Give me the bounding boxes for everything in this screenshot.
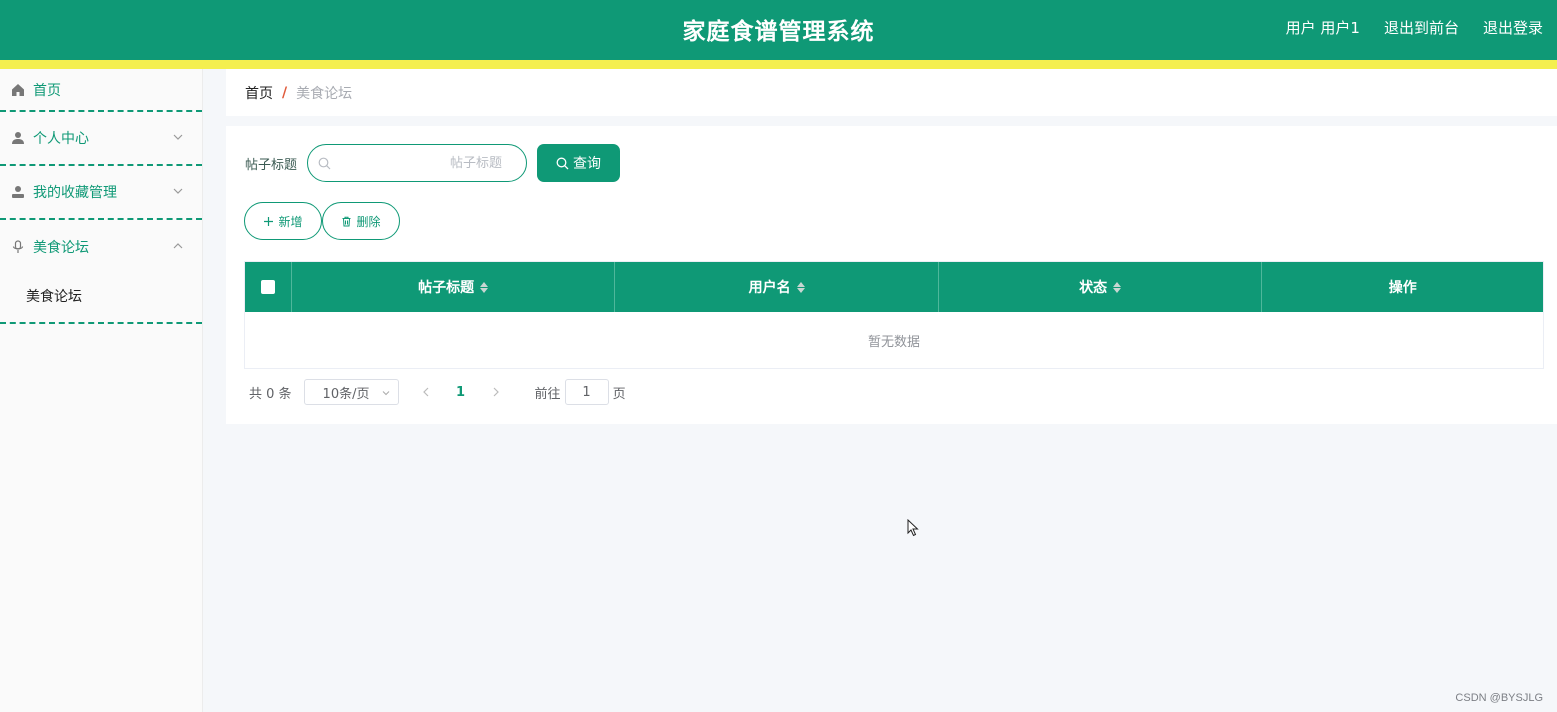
add-button-label: 新增 bbox=[278, 214, 303, 229]
sidebar-item-label: 美食论坛 bbox=[33, 240, 89, 256]
table-header: 帖子标题 用户名 状态 操作 bbox=[245, 262, 1543, 312]
chevron-down-icon bbox=[173, 188, 183, 194]
sidebar-item-forum[interactable]: 美食论坛 bbox=[0, 220, 202, 274]
select-all-cell bbox=[245, 262, 292, 312]
header-accent-stripe bbox=[0, 60, 1557, 69]
query-button[interactable]: 查询 bbox=[537, 144, 621, 182]
sort-icon[interactable] bbox=[1113, 281, 1122, 293]
sidebar-item-home[interactable]: 首页 bbox=[0, 69, 202, 112]
search-icon bbox=[318, 157, 331, 170]
search-label: 帖子标题 bbox=[245, 157, 298, 173]
search-row: 帖子标题 查询 bbox=[245, 144, 621, 182]
chevron-right-icon bbox=[493, 387, 499, 397]
user-icon bbox=[11, 131, 25, 145]
column-header-status[interactable]: 状态 bbox=[939, 262, 1263, 312]
page-size-select[interactable]: 10条/页 bbox=[303, 379, 399, 405]
page-suffix: 页 bbox=[612, 386, 626, 402]
chevron-up-icon bbox=[173, 243, 183, 249]
breadcrumb: 首页 / 美食论坛 bbox=[226, 69, 1557, 116]
pagination: 共 0 条 10条/页 1 前往 页 bbox=[249, 379, 626, 405]
query-button-label: 查询 bbox=[573, 156, 602, 172]
goto-page: 前往 页 bbox=[535, 379, 626, 405]
trash-icon bbox=[342, 216, 351, 226]
page-number[interactable]: 1 bbox=[441, 385, 481, 400]
goto-label: 前往 bbox=[534, 386, 561, 402]
delete-button-label: 删除 bbox=[356, 214, 381, 229]
chevron-down-icon bbox=[173, 134, 183, 140]
sidebar-item-favorites[interactable]: 我的收藏管理 bbox=[0, 166, 202, 220]
breadcrumb-separator: / bbox=[282, 84, 288, 101]
sidebar-item-personal-center[interactable]: 个人中心 bbox=[0, 112, 202, 166]
sidebar-subitem-forum[interactable]: 美食论坛 bbox=[0, 274, 202, 322]
microphone-icon bbox=[11, 240, 25, 254]
chevron-left-icon bbox=[422, 387, 428, 397]
action-buttons: 新增 删除 bbox=[244, 202, 400, 240]
back-to-front-link[interactable]: 退出到前台 bbox=[1384, 17, 1459, 38]
table-empty-text: 暂无数据 bbox=[867, 334, 920, 350]
breadcrumb-home[interactable]: 首页 bbox=[245, 83, 273, 103]
select-all-checkbox[interactable] bbox=[260, 280, 275, 294]
breadcrumb-current: 美食论坛 bbox=[296, 85, 353, 102]
sort-icon[interactable] bbox=[480, 281, 489, 293]
goto-page-input[interactable] bbox=[564, 379, 609, 405]
logout-link[interactable]: 退出登录 bbox=[1483, 17, 1543, 38]
column-header-username[interactable]: 用户名 bbox=[615, 262, 939, 312]
watermark: CSDN @BYSJLG bbox=[1455, 692, 1543, 704]
column-header-title[interactable]: 帖子标题 bbox=[292, 262, 616, 312]
sort-icon[interactable] bbox=[796, 281, 805, 293]
sidebar: 首页 个人中心 我的收藏管理 美食论坛 美食论坛 bbox=[0, 69, 203, 712]
search-input[interactable] bbox=[338, 145, 519, 181]
forum-table: 帖子标题 用户名 状态 操作 暂无数据 bbox=[244, 261, 1544, 369]
header-links: 用户 用户1 退出到前台 退出登录 bbox=[1286, 17, 1543, 38]
total-count: 共 0 条 bbox=[249, 386, 292, 402]
mouse-cursor-icon bbox=[907, 519, 919, 537]
search-icon bbox=[556, 157, 569, 169]
top-header: 家庭食谱管理系统 用户 用户1 退出到前台 退出登录 bbox=[0, 0, 1557, 60]
prev-page-button[interactable] bbox=[411, 387, 441, 397]
column-header-actions: 操作 bbox=[1388, 280, 1417, 296]
plus-icon bbox=[264, 216, 274, 226]
chevron-down-icon bbox=[382, 391, 389, 396]
search-field bbox=[307, 144, 528, 182]
sidebar-item-label: 个人中心 bbox=[33, 131, 89, 147]
collection-user-icon bbox=[11, 185, 25, 199]
sidebar-item-label: 首页 bbox=[33, 82, 61, 99]
content-panel: 帖子标题 查询 新增 删除 帖子标题 bbox=[226, 126, 1557, 424]
next-page-button[interactable] bbox=[481, 387, 511, 397]
current-user-label: 用户 用户1 bbox=[1285, 19, 1360, 37]
sidebar-group-forum: 美食论坛 美食论坛 bbox=[0, 220, 202, 324]
delete-button[interactable]: 删除 bbox=[322, 202, 400, 240]
home-icon bbox=[11, 83, 25, 97]
add-button[interactable]: 新增 bbox=[244, 202, 322, 240]
sidebar-item-label: 我的收藏管理 bbox=[33, 185, 117, 201]
